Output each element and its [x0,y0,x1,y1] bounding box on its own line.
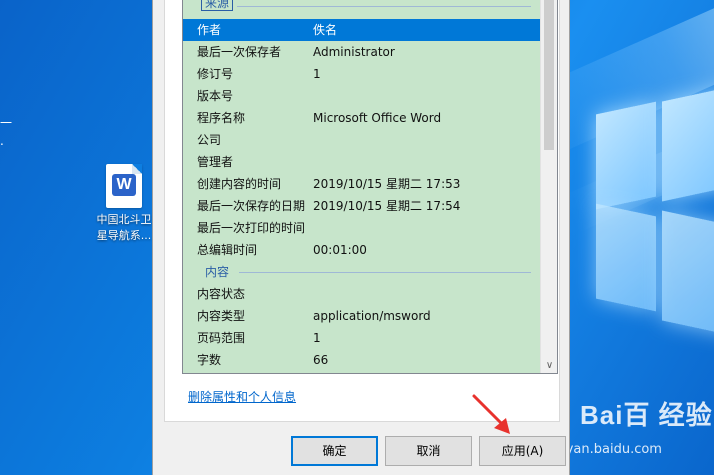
property-value: Administrator [313,45,395,59]
partial-label-line: . [0,134,4,148]
property-row[interactable]: 最后一次保存的日期 2019/10/15 星期二 17:54 [183,195,541,217]
properties-rows: 来源 作者 佚名最后一次保存者 Administrator 修订号 1 版本号程序名称 Mi… [183,0,541,371]
property-name: 内容状态 [197,287,246,301]
property-name: 内容类型 [197,309,246,323]
property-row[interactable]: 程序名称 Microsoft Office Word [183,107,541,129]
property-row[interactable]: 内容类型 application/msword [183,305,541,327]
property-row[interactable]: 作者 佚名 [183,19,541,41]
property-name: 管理者 [197,155,234,169]
property-row[interactable]: 最后一次保存者 Administrator [183,41,541,63]
property-row[interactable]: 公司 [183,129,541,151]
group-header-content: 内容 [183,261,541,283]
property-name: 最后一次保存者 [197,45,282,59]
windows-logo-wallpaper [596,86,714,336]
property-value: 1 [313,67,321,81]
scrollbar-thumb[interactable] [544,0,554,150]
desktop-partial-label: 一 . [0,114,12,150]
property-value: 1 [313,331,321,345]
property-row[interactable]: 版本号 [183,85,541,107]
property-name: 程序名称 [197,111,246,125]
property-name: 版本号 [197,89,234,103]
vertical-scrollbar[interactable]: ∨ [540,0,557,373]
partial-label-line: 一 [0,116,13,130]
property-name: 总编辑时间 [197,243,258,257]
property-name: 字数 [197,353,222,367]
property-row[interactable]: 修订号 1 [183,63,541,85]
file-name-line: 星导航系... [96,229,152,242]
property-row[interactable]: 最后一次打印的时间 [183,217,541,239]
property-value: application/msword [313,309,431,323]
property-row[interactable]: 页码范围 1 [183,327,541,349]
group-label: 来源 [201,0,234,11]
property-row[interactable]: 字数 66 [183,349,541,371]
group-header-source: 来源 [183,0,541,19]
property-name: 页码范围 [197,331,246,345]
group-divider [237,6,531,7]
properties-dialog: 来源 作者 佚名最后一次保存者 Administrator 修订号 1 版本号程序名称 Mi… [152,0,570,475]
baidu-jingyan-watermark: Bai百 经验 jingyan.baidu.com [542,400,713,457]
cancel-button[interactable]: 取消 [385,436,472,466]
property-value: 2019/10/15 星期二 17:53 [313,177,461,191]
desktop-file-icon[interactable]: W 中国北斗卫 星导航系... [88,164,160,244]
details-tab-panel: 来源 作者 佚名最后一次保存者 Administrator 修订号 1 版本号程序名称 Mi… [164,0,560,422]
property-value: 2019/10/15 星期二 17:54 [313,199,461,213]
remove-properties-link[interactable]: 删除属性和个人信息 [188,388,296,405]
property-name: 最后一次保存的日期 [197,199,306,213]
word-document-icon: W [106,164,142,208]
group-label: 内容 [203,261,232,283]
property-value: 00:01:00 [313,243,367,257]
file-name-line: 中国北斗卫 [96,213,152,226]
property-name: 修订号 [197,67,234,81]
property-name: 公司 [197,133,222,147]
property-row[interactable]: 创建内容的时间 2019/10/15 星期二 17:53 [183,173,541,195]
property-row[interactable]: 内容状态 [183,283,541,305]
property-name: 最后一次打印的时间 [197,221,306,235]
property-name: 创建内容的时间 [197,177,282,191]
property-value: 66 [313,353,329,367]
apply-button[interactable]: 应用(A) [479,436,566,466]
properties-list[interactable]: 来源 作者 佚名最后一次保存者 Administrator 修订号 1 版本号程序名称 Mi… [182,0,558,374]
scroll-down-arrow-icon[interactable]: ∨ [541,357,557,373]
property-name: 作者 [197,23,222,37]
watermark-logo-text: Bai百 经验 [580,400,713,430]
property-row[interactable]: 总编辑时间 00:01:00 [183,239,541,261]
property-row[interactable]: 管理者 [183,151,541,173]
property-value: 佚名 [313,23,338,37]
ok-button[interactable]: 确定 [291,436,378,466]
word-w-glyph: W [112,174,136,196]
property-value: Microsoft Office Word [313,111,442,125]
desktop-file-name: 中国北斗卫 星导航系... [88,212,160,244]
group-divider [239,272,531,273]
